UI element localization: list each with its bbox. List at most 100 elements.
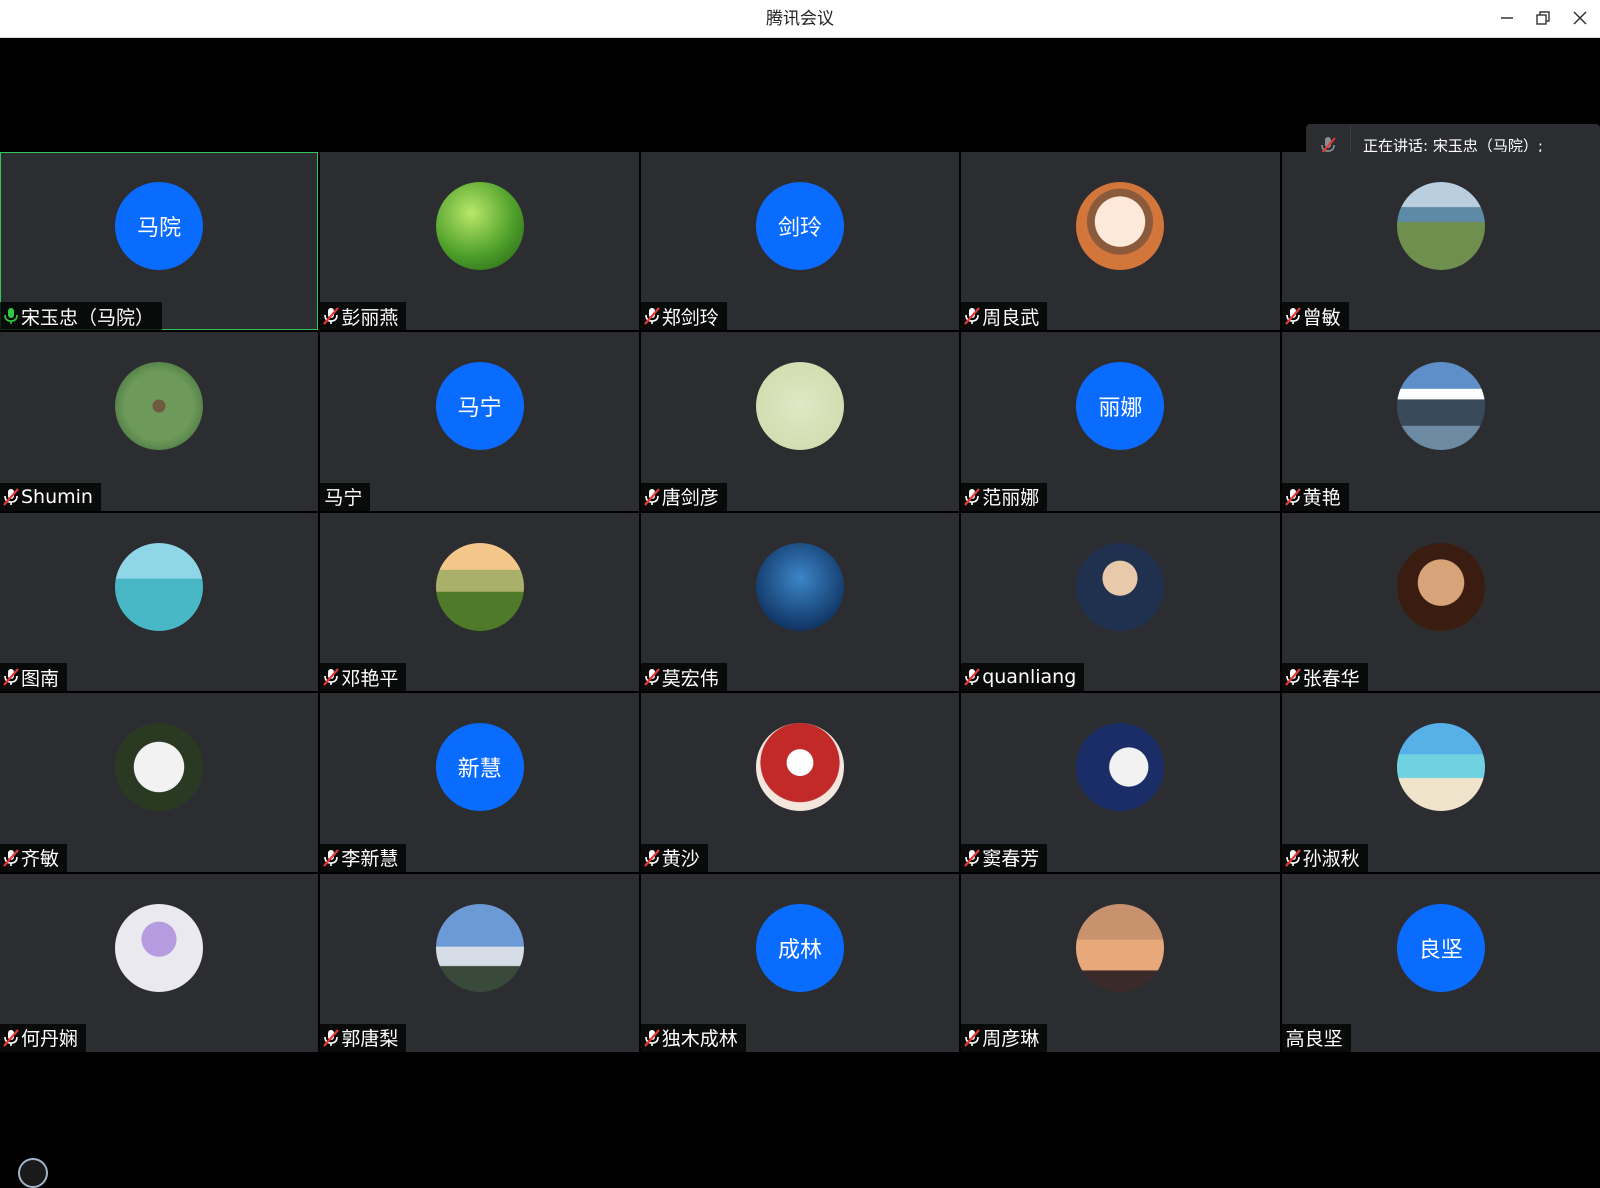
participant-tile[interactable]: 窦春芳: [961, 693, 1280, 872]
name-tag: 独木成林: [640, 1023, 746, 1052]
name-tag: quanliang: [961, 663, 1085, 692]
close-button[interactable]: [1568, 6, 1592, 30]
mic-muted-icon: [964, 307, 981, 326]
minimize-icon: [1501, 17, 1513, 19]
avatar-photo: [755, 542, 844, 631]
avatar-photo: [435, 542, 524, 631]
mic-muted-icon: [323, 668, 340, 686]
participant-tile[interactable]: 马宁 马宁: [320, 332, 639, 511]
mic-muted-icon: [643, 848, 660, 867]
mic-muted-icon: [643, 307, 660, 326]
name-tag: 窦春芳: [961, 843, 1048, 872]
participant-tile[interactable]: 马院宋玉忠（马院）: [0, 152, 319, 331]
participant-name: 马宁: [324, 487, 363, 510]
participant-tile[interactable]: 曾敏: [1281, 152, 1600, 331]
participant-name: 独木成林: [661, 1028, 738, 1051]
avatar-photo: [1076, 903, 1165, 992]
minimize-button[interactable]: [1495, 6, 1519, 30]
mic-muted-icon: [1284, 488, 1301, 506]
participant-name: 黄艳: [1302, 487, 1341, 510]
participant-tile[interactable]: 剑玲郑剑玲: [640, 152, 960, 331]
restore-icon: [1536, 11, 1550, 25]
avatar-photo: [755, 723, 844, 812]
participant-tile[interactable]: 唐剑彦: [640, 332, 960, 511]
participant-name: 彭丽燕: [341, 306, 399, 329]
mic-muted-icon: [964, 848, 981, 867]
mic-muted-icon: [3, 1029, 19, 1047]
participant-tile[interactable]: 莫宏伟: [640, 512, 960, 692]
participant-tile[interactable]: 齐敏: [0, 693, 319, 872]
participant-tile[interactable]: Shumin: [0, 332, 319, 511]
name-tag: 周良武: [961, 302, 1048, 331]
name-tag: 李新慧: [320, 843, 407, 872]
name-tag: 郑剑玲: [640, 302, 727, 331]
name-tag: 彭丽燕: [320, 302, 407, 331]
participant-name: 孙淑秋: [1302, 848, 1360, 871]
name-tag: 范丽娜: [961, 482, 1048, 511]
participant-name: quanliang: [982, 666, 1077, 689]
participant-name: 齐敏: [21, 848, 60, 871]
participant-tile[interactable]: 孙淑秋: [1281, 693, 1600, 872]
mic-muted-icon: [323, 848, 340, 867]
participant-name: 黄沙: [661, 848, 700, 871]
participant-name: 李新慧: [341, 848, 399, 871]
participant-tile[interactable]: 郭唐梨: [320, 873, 639, 1052]
participant-tile[interactable]: 黄艳: [1281, 332, 1600, 511]
mic-muted-icon: [964, 488, 981, 506]
mic-muted-icon: [1284, 668, 1301, 686]
mic-muted-icon: [3, 848, 19, 867]
participant-tile[interactable]: 张春华: [1281, 512, 1600, 692]
participant-grid: 马院 宋玉忠（马院） 彭丽燕 剑玲 郑剑玲 周良武 曾敏 Shumin 马宁 马宁 唐剑彦 丽娜 范丽娜…: [0, 152, 1600, 1052]
name-tag: 张春华: [1281, 663, 1368, 692]
name-tag: 齐敏: [0, 843, 68, 872]
avatar-photo: [435, 182, 524, 270]
participant-tile[interactable]: 新慧 李新慧: [320, 693, 639, 872]
restore-button[interactable]: [1531, 6, 1555, 30]
mic-muted-icon: [323, 307, 340, 326]
participant-name: 张春华: [1302, 667, 1360, 690]
participant-name: 曾敏: [1302, 306, 1341, 329]
participant-name: Shumin: [21, 485, 93, 508]
name-tag: 黄艳: [1281, 482, 1349, 511]
participant-tile[interactable]: 黄沙: [640, 693, 960, 872]
participant-tile[interactable]: 周彦琳: [961, 873, 1280, 1052]
avatar-initials: 剑玲: [755, 182, 844, 270]
participant-name: 图南: [21, 667, 60, 690]
name-tag: 周彦琳: [961, 1023, 1048, 1052]
mic-muted-icon: [643, 668, 660, 686]
avatar-photo: [1396, 182, 1485, 270]
avatar-initials: 马院: [115, 182, 204, 270]
name-tag: 莫宏伟: [640, 663, 727, 692]
avatar-photo: [115, 903, 204, 992]
mic-muted-icon: [964, 668, 981, 686]
participant-name: 邓艳平: [341, 667, 399, 690]
close-icon: [1573, 11, 1587, 25]
participant-tile[interactable]: 周良武: [961, 152, 1280, 331]
avatar-photo: [755, 362, 844, 451]
participant-tile[interactable]: 何丹娴: [0, 873, 319, 1052]
participant-tile[interactable]: 邓艳平: [320, 512, 639, 692]
participant-tile[interactable]: quanliang: [961, 512, 1280, 692]
name-tag: 宋玉忠（马院）: [0, 302, 163, 331]
mic-muted-icon: [3, 668, 19, 686]
avatar-photo: [115, 542, 204, 631]
window-title: 腾讯会议: [766, 9, 834, 29]
participant-tile[interactable]: 成林 独木成林: [640, 873, 960, 1052]
participant-tile[interactable]: 良坚 高良坚: [1281, 873, 1600, 1052]
participant-name: 高良坚: [1285, 1028, 1343, 1051]
participant-tile[interactable]: 丽娜 范丽娜: [961, 332, 1280, 511]
participant-tile[interactable]: 彭丽燕: [320, 152, 639, 331]
network-status-icon[interactable]: [18, 1158, 48, 1188]
participant-tile[interactable]: 图南: [0, 512, 319, 692]
mic-muted-icon: [1284, 307, 1301, 326]
avatar-photo: [1396, 362, 1485, 451]
mic-muted-icon: [3, 488, 19, 506]
name-tag: 孙淑秋: [1281, 843, 1368, 872]
participant-name: 郑剑玲: [661, 306, 719, 329]
mic-muted-icon: [1284, 848, 1301, 867]
name-tag: 曾敏: [1281, 302, 1349, 331]
mic-muted-icon: [964, 1029, 981, 1047]
name-tag: 何丹娴: [0, 1023, 87, 1052]
name-tag: 图南: [0, 663, 68, 692]
mic-on-icon: [4, 308, 18, 325]
